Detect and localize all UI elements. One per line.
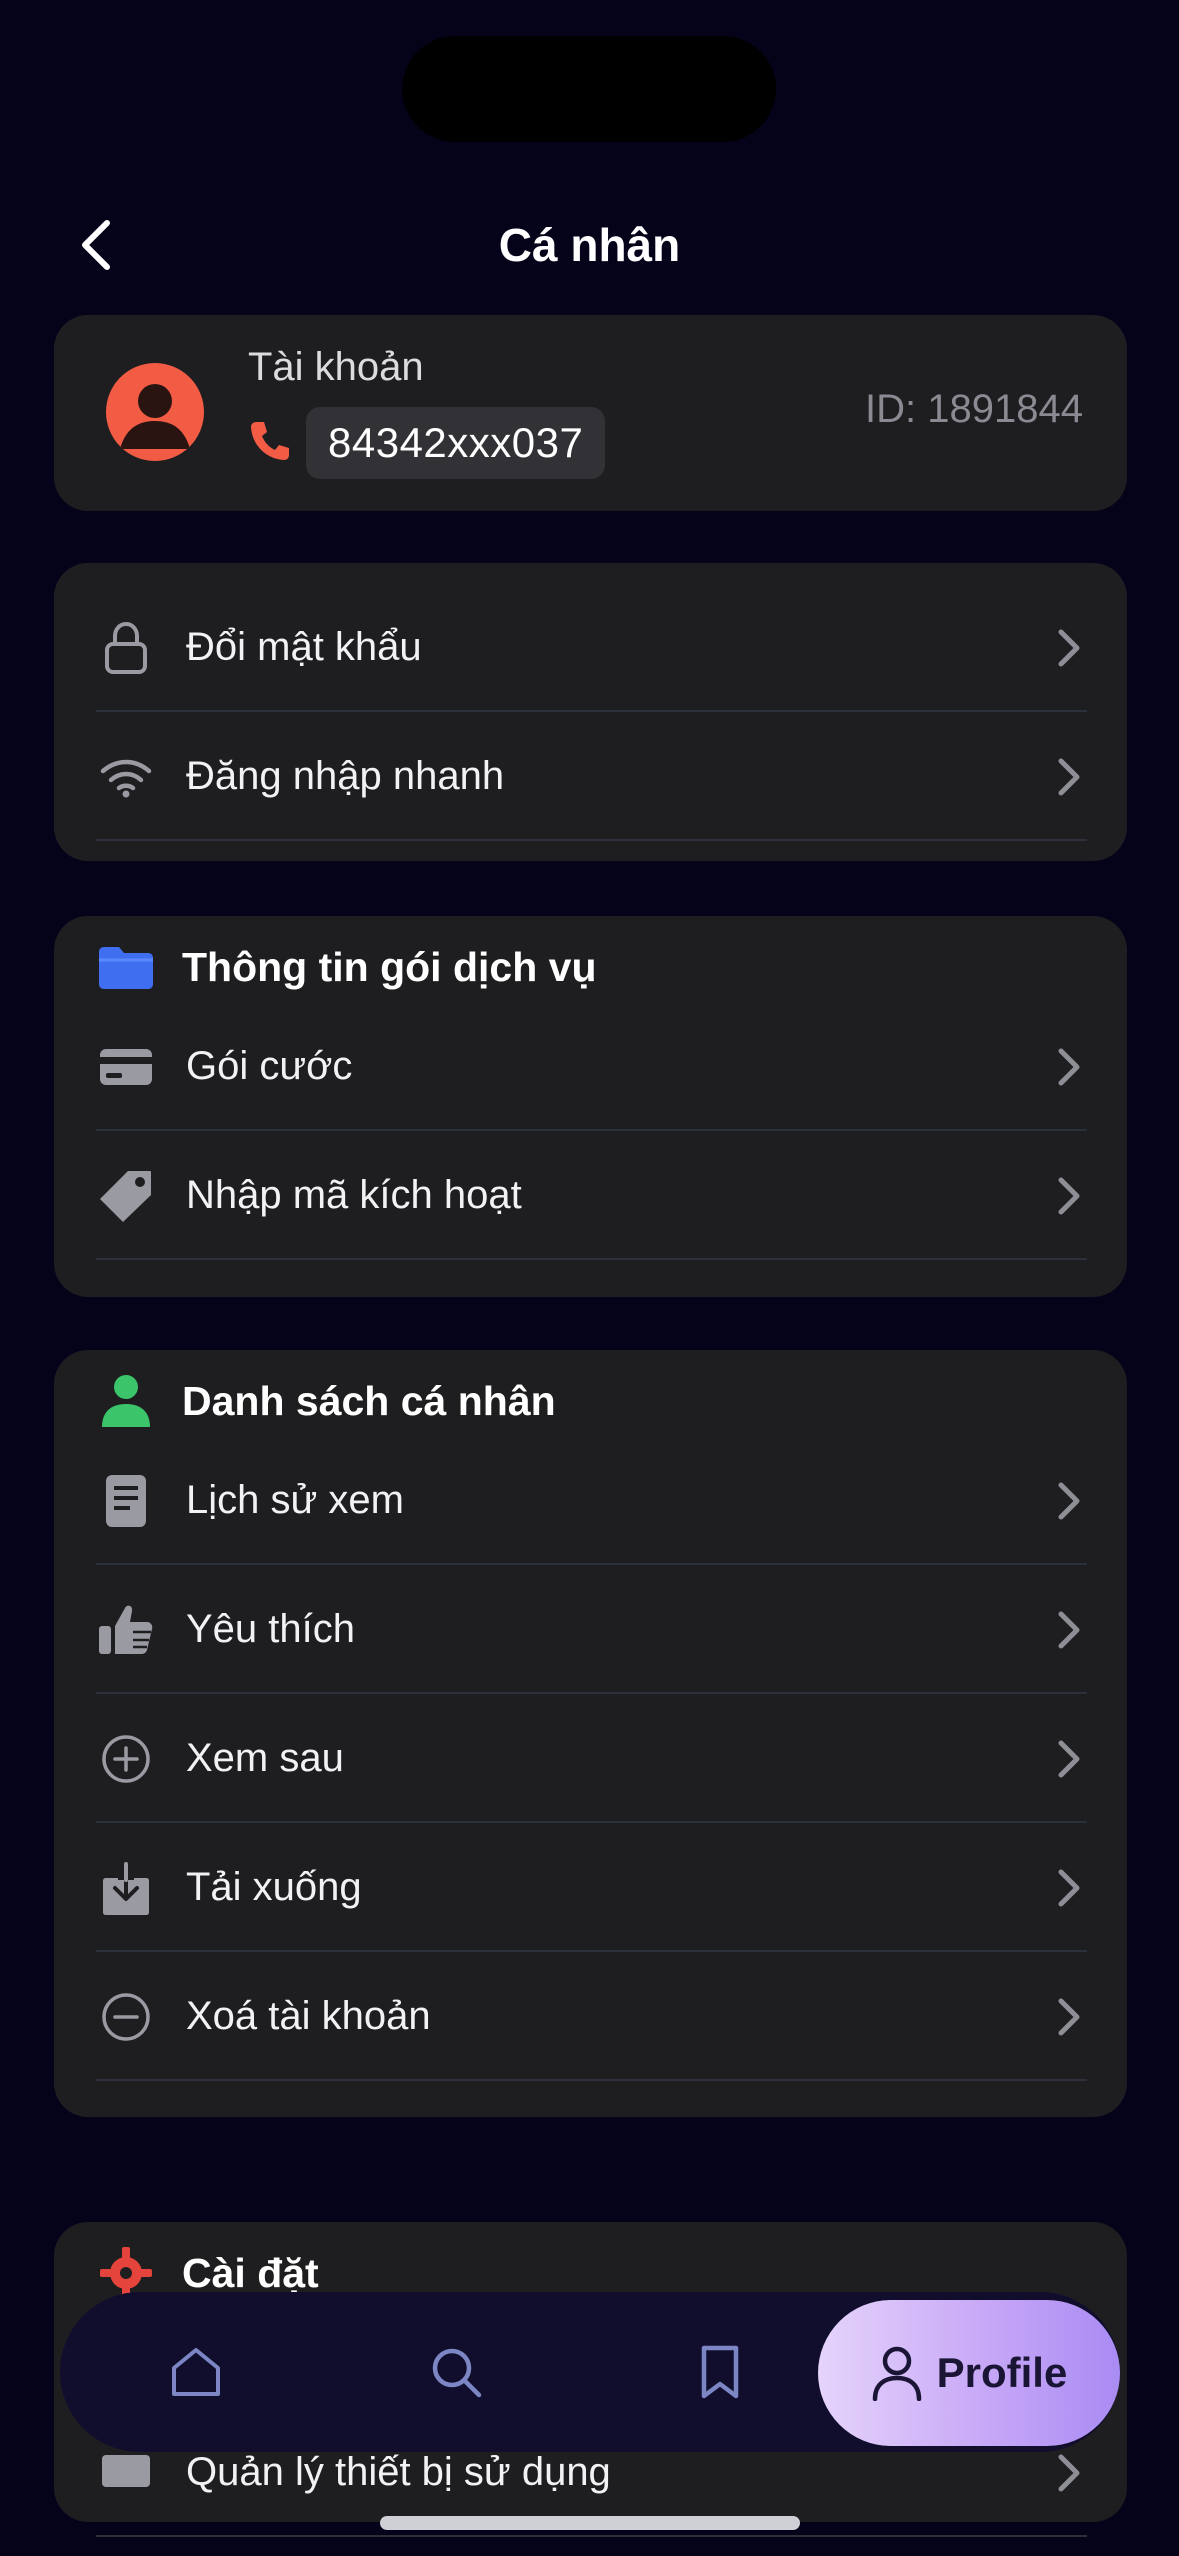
chevron-right-icon: [1058, 629, 1080, 666]
service-card: Thông tin gói dịch vụ Gói cước Nhập mã k…: [54, 916, 1127, 1297]
chevron-right-icon: [1058, 1611, 1080, 1648]
chevron-right-icon: [1058, 1177, 1080, 1214]
chevron-right-icon: [1058, 1998, 1080, 2035]
phone-icon: [251, 422, 289, 460]
personal-card: Danh sách cá nhân Lịch sử xem Yêu thích …: [54, 1350, 1127, 2117]
nav-saved[interactable]: [680, 2332, 760, 2412]
nav-search[interactable]: [416, 2332, 496, 2412]
personal-section-header: Danh sách cá nhân: [96, 1366, 556, 1436]
minus-circle-icon: [96, 1987, 156, 2047]
profile-icon: [872, 2346, 921, 2401]
account-label: Tài khoản: [248, 345, 424, 389]
thumbs-up-icon: [96, 1600, 156, 1660]
person-icon: [96, 1371, 156, 1431]
row-label: Xoá tài khoản: [186, 1994, 431, 2038]
favorites-row[interactable]: Yêu thích: [96, 1565, 1087, 1694]
row-label: Quản lý thiết bị sử dụng: [186, 2450, 611, 2494]
nav-home[interactable]: [156, 2332, 236, 2412]
plus-circle-icon: [96, 1729, 156, 1789]
nav-profile[interactable]: Profile: [818, 2300, 1120, 2446]
header: Cá nhân: [0, 200, 1179, 290]
downloads-row[interactable]: Tải xuống: [96, 1823, 1087, 1952]
watch-history-row[interactable]: Lịch sử xem: [96, 1436, 1087, 1565]
account-id: ID: 1891844: [865, 387, 1083, 431]
row-label: Đổi mật khẩu: [186, 625, 422, 669]
download-icon: [96, 1858, 156, 1918]
security-card: Đổi mật khẩu Đăng nhập nhanh: [54, 563, 1127, 861]
row-label: Lịch sử xem: [186, 1478, 404, 1522]
avatar: [106, 363, 204, 461]
section-title: Cài đặt: [182, 2249, 319, 2296]
chevron-right-icon: [1058, 1740, 1080, 1777]
row-label: Xem sau: [186, 1736, 344, 1780]
chevron-right-icon: [1058, 2454, 1080, 2491]
screen: Cá nhân Tài khoản 84342xxx037 ID: 189184…: [0, 0, 1179, 2556]
subscription-row[interactable]: Gói cước: [96, 1002, 1087, 1131]
chevron-right-icon: [1058, 1869, 1080, 1906]
section-title: Thông tin gói dịch vụ: [182, 943, 597, 990]
watch-later-row[interactable]: Xem sau: [96, 1694, 1087, 1823]
row-label: Nhập mã kích hoạt: [186, 1173, 522, 1217]
phone-number[interactable]: 84342xxx037: [306, 407, 606, 479]
page-title: Cá nhân: [498, 219, 681, 271]
activation-code-row[interactable]: Nhập mã kích hoạt: [96, 1131, 1087, 1260]
bottom-nav: Profile: [60, 2292, 1120, 2452]
chevron-right-icon: [1058, 1048, 1080, 1085]
change-password-row[interactable]: Đổi mật khẩu: [96, 583, 1087, 712]
quick-login-row[interactable]: Đăng nhập nhanh: [96, 712, 1087, 841]
user-avatar-icon: [120, 384, 190, 449]
tag-icon: [96, 1166, 156, 1226]
row-label: Gói cước: [186, 1044, 353, 1088]
lock-icon: [96, 618, 156, 678]
folder-icon: [96, 937, 156, 997]
home-indicator: [380, 2516, 800, 2530]
chevron-right-icon: [1058, 758, 1080, 795]
service-section-header: Thông tin gói dịch vụ: [96, 932, 596, 1002]
section-title: Danh sách cá nhân: [182, 1377, 556, 1424]
row-label: Đăng nhập nhanh: [186, 754, 505, 798]
account-card[interactable]: Tài khoản 84342xxx037 ID: 1891844: [54, 315, 1127, 511]
delete-account-row[interactable]: Xoá tài khoản: [96, 1952, 1087, 2081]
nav-profile-label: Profile: [936, 2349, 1068, 2396]
card-icon: [96, 1037, 156, 1097]
bookmark-icon: [701, 2345, 739, 2399]
document-icon: [96, 1471, 156, 1531]
home-icon: [172, 2348, 220, 2396]
dynamic-island: [402, 36, 776, 142]
wifi-icon: [96, 747, 156, 807]
row-label: Yêu thích: [186, 1607, 356, 1651]
chevron-right-icon: [1058, 1482, 1080, 1519]
row-label: Tải xuống: [186, 1865, 362, 1909]
search-icon: [432, 2348, 482, 2398]
